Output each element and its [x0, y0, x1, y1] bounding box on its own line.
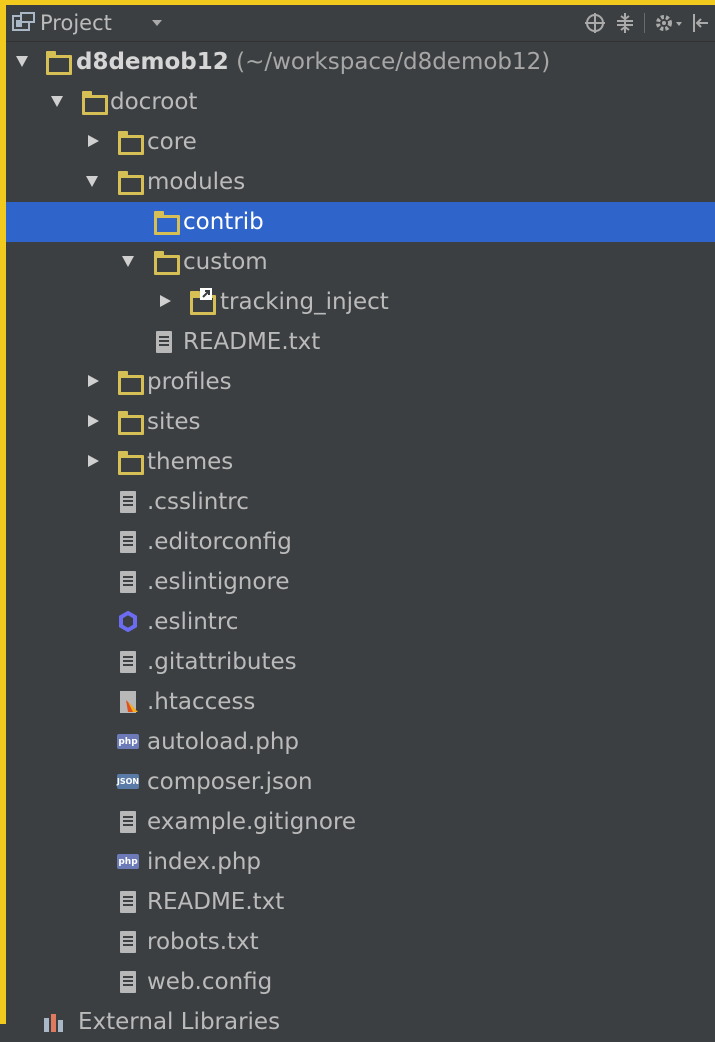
tree-node-file[interactable]: JSON composer.json [6, 762, 715, 802]
tree-node-file[interactable]: robots.txt [6, 922, 715, 962]
folder-name: themes [147, 449, 234, 475]
dropdown-arrow-icon[interactable] [151, 20, 162, 26]
folder-name: tracking_inject [220, 289, 389, 315]
collapse-arrow-icon[interactable] [88, 415, 99, 427]
tree-node-file[interactable]: .csslintrc [6, 482, 715, 522]
tree-node-tracking-inject[interactable]: tracking_inject [6, 282, 715, 322]
folder-icon [152, 250, 180, 275]
file-name: .htaccess [147, 689, 256, 715]
file-name: .eslintignore [147, 569, 290, 595]
text-file-icon [116, 650, 142, 674]
php-file-icon: php [116, 730, 142, 754]
project-tool-window-header: Project [6, 5, 715, 42]
expand-arrow-icon[interactable] [16, 56, 28, 67]
folder-name: core [147, 129, 197, 155]
folder-icon [116, 410, 144, 435]
text-file-icon [152, 330, 178, 354]
tree-node-file[interactable]: .editorconfig [6, 522, 715, 562]
folder-icon [152, 210, 180, 235]
tree-node-file[interactable]: .eslintignore [6, 562, 715, 602]
eslint-config-icon [116, 610, 142, 634]
htaccess-file-icon [116, 690, 142, 714]
file-name: composer.json [147, 769, 313, 795]
tree-node-core[interactable]: core [6, 122, 715, 162]
root-folder-path: (~/workspace/d8demob12) [236, 49, 551, 75]
locate-icon[interactable] [584, 12, 606, 34]
external-libraries-icon [42, 1010, 68, 1034]
folder-name: docroot [110, 89, 198, 115]
file-name: .eslintrc [147, 609, 239, 635]
file-name: .editorconfig [147, 529, 292, 555]
project-tree: d8demob12 (~/workspace/d8demob12) docroo… [6, 42, 715, 1042]
file-name: .gitattributes [147, 649, 297, 675]
root-folder-name: d8demob12 [76, 49, 229, 75]
file-name: robots.txt [147, 929, 259, 955]
tree-node-file[interactable]: php autoload.php [6, 722, 715, 762]
collapse-all-icon[interactable] [614, 12, 636, 34]
expand-arrow-icon[interactable] [122, 256, 134, 267]
file-name: .csslintrc [147, 489, 249, 515]
text-file-icon [116, 810, 142, 834]
folder-name: custom [183, 249, 268, 275]
collapse-arrow-icon[interactable] [88, 135, 99, 147]
folder-icon [116, 130, 144, 155]
php-file-icon: php [116, 850, 142, 874]
tree-node-external-libraries[interactable]: External Libraries [6, 1002, 715, 1042]
file-name: README.txt [183, 329, 321, 355]
json-file-icon: JSON [116, 770, 142, 794]
tree-node-modules-readme[interactable]: README.txt [6, 322, 715, 362]
text-file-icon [116, 970, 142, 994]
tree-node-sites[interactable]: sites [6, 402, 715, 442]
tree-node-docroot[interactable]: docroot [6, 82, 715, 122]
text-file-icon [116, 490, 142, 514]
folder-icon [80, 90, 108, 115]
file-name: README.txt [147, 889, 285, 915]
folder-icon [116, 450, 144, 475]
tree-node-file[interactable]: php index.php [6, 842, 715, 882]
project-view-icon [12, 12, 36, 34]
tree-node-file[interactable]: web.config [6, 962, 715, 1002]
tree-node-themes[interactable]: themes [6, 442, 715, 482]
tree-node-profiles[interactable]: profiles [6, 362, 715, 402]
expand-arrow-icon[interactable] [86, 176, 98, 187]
tree-node-file[interactable]: .gitattributes [6, 642, 715, 682]
hide-icon[interactable] [691, 12, 709, 34]
toolbar-separator [644, 13, 645, 33]
folder-name: sites [147, 409, 201, 435]
folder-name: contrib [183, 209, 264, 235]
header-toolbar [584, 5, 709, 41]
tree-node-file[interactable]: .htaccess [6, 682, 715, 722]
settings-icon[interactable] [653, 12, 683, 34]
project-view-title[interactable]: Project [40, 11, 112, 35]
tree-node-root[interactable]: d8demob12 (~/workspace/d8demob12) [6, 42, 715, 82]
text-file-icon [116, 890, 142, 914]
file-name: index.php [147, 849, 262, 875]
expand-arrow-icon[interactable] [51, 96, 63, 107]
tree-node-contrib[interactable]: contrib [6, 202, 715, 242]
text-file-icon [116, 930, 142, 954]
folder-name: modules [147, 169, 246, 195]
tree-node-file[interactable]: example.gitignore [6, 802, 715, 842]
external-libraries-label: External Libraries [78, 1009, 281, 1035]
text-file-icon [116, 570, 142, 594]
collapse-arrow-icon[interactable] [160, 295, 171, 307]
tree-node-custom[interactable]: custom [6, 242, 715, 282]
module-folder-icon [188, 288, 216, 315]
text-file-icon [116, 530, 142, 554]
tree-node-file[interactable]: README.txt [6, 882, 715, 922]
folder-name: profiles [147, 369, 232, 395]
file-name: example.gitignore [147, 809, 357, 835]
file-name: web.config [147, 969, 273, 995]
collapse-arrow-icon[interactable] [88, 375, 99, 387]
collapse-arrow-icon[interactable] [88, 455, 99, 467]
tree-node-file[interactable]: .eslintrc [6, 602, 715, 642]
folder-icon [116, 370, 144, 395]
file-name: autoload.php [147, 729, 300, 755]
folder-icon [116, 170, 144, 195]
tree-node-modules[interactable]: modules [6, 162, 715, 202]
folder-icon [44, 50, 72, 75]
